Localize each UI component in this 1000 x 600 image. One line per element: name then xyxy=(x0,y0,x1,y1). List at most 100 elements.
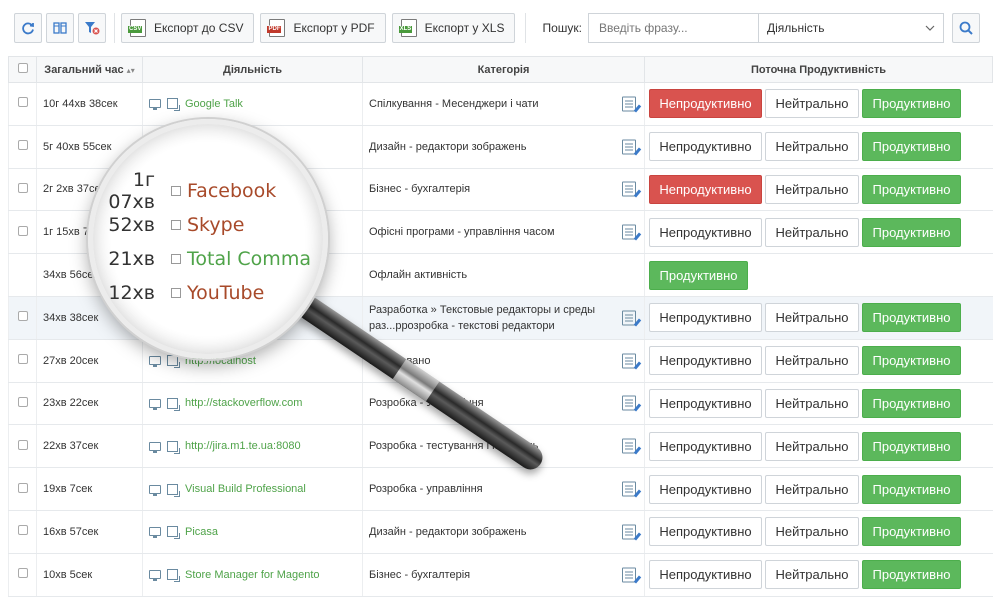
external-link-icon[interactable] xyxy=(167,440,180,454)
row-checkbox[interactable] xyxy=(17,568,28,579)
toolbar-divider xyxy=(114,13,115,43)
external-link-icon[interactable] xyxy=(167,569,180,583)
row-activity[interactable]: Google Talk xyxy=(185,98,243,110)
row-checkbox[interactable] xyxy=(17,482,28,493)
refresh-icon xyxy=(22,22,34,35)
header-activity[interactable]: Діяльність xyxy=(142,56,363,83)
row-checkbox[interactable] xyxy=(17,354,28,365)
export-xls-button[interactable]: XLS Експорт у XLS xyxy=(391,13,516,43)
table-row: 10г 44хв 38сек Google Talk Спілкування -… xyxy=(8,82,993,126)
row-checkbox[interactable] xyxy=(17,525,28,536)
neutral-button[interactable]: Нейтрально xyxy=(765,388,859,418)
unproductive-button[interactable]: Непродуктивно xyxy=(649,474,762,504)
search-scope-select[interactable]: Діяльність xyxy=(757,13,944,43)
external-link-icon xyxy=(171,220,181,230)
search-button[interactable] xyxy=(951,13,980,43)
neutral-button[interactable]: Нейтрально xyxy=(765,346,859,376)
unproductive-button[interactable]: Непродуктивно xyxy=(649,174,762,204)
neutral-button[interactable]: Нейтрально xyxy=(765,132,859,162)
external-link-icon[interactable] xyxy=(167,397,180,411)
productive-button[interactable]: Продуктивно xyxy=(862,303,961,333)
row-category: Офлайн активність xyxy=(369,269,468,282)
search-icon xyxy=(959,21,973,35)
row-activity[interactable]: http://jira.m1.te.ua:8080 xyxy=(185,440,301,452)
edit-category-icon[interactable] xyxy=(622,310,636,326)
external-link-icon[interactable] xyxy=(167,526,180,540)
magnified-activity: Skype xyxy=(187,214,245,236)
productive-button[interactable]: Продуктивно xyxy=(862,217,961,247)
neutral-button[interactable]: Нейтрально xyxy=(765,303,859,333)
row-category: Бізнес - бухгалтерія xyxy=(369,183,471,196)
productive-button[interactable]: Продуктивно xyxy=(862,132,961,162)
row-checkbox[interactable] xyxy=(17,182,28,193)
neutral-button[interactable]: Нейтрально xyxy=(765,517,859,547)
productive-button[interactable]: Продуктивно xyxy=(862,346,961,376)
neutral-button[interactable]: Нейтрально xyxy=(765,560,859,590)
productive-button[interactable]: Продуктивно xyxy=(862,388,961,418)
magnified-row: 52хв Skype xyxy=(93,208,323,242)
productive-button[interactable]: Продуктивно xyxy=(862,517,961,547)
unproductive-button[interactable]: Непродуктивно xyxy=(649,303,762,333)
columns-button[interactable] xyxy=(46,13,74,43)
row-checkbox[interactable] xyxy=(17,225,28,236)
neutral-button[interactable]: Нейтрально xyxy=(765,217,859,247)
row-checkbox[interactable] xyxy=(17,439,28,450)
unproductive-button[interactable]: Непродуктивно xyxy=(649,89,762,119)
neutral-button[interactable]: Нейтрально xyxy=(765,174,859,204)
row-checkbox[interactable] xyxy=(17,396,28,407)
edit-category-icon[interactable] xyxy=(622,96,636,112)
edit-category-icon[interactable] xyxy=(622,353,636,369)
edit-category-icon[interactable] xyxy=(622,481,636,497)
productive-button[interactable]: Продуктивно xyxy=(862,89,961,119)
unproductive-button[interactable]: Непродуктивно xyxy=(649,217,762,247)
clear-filter-button[interactable] xyxy=(78,13,106,43)
neutral-button[interactable]: Нейтрально xyxy=(765,431,859,461)
row-activity[interactable]: Visual Build Professional xyxy=(185,483,306,495)
productive-button[interactable]: Продуктивно xyxy=(862,474,961,504)
edit-category-icon[interactable] xyxy=(622,181,636,197)
edit-category-icon[interactable] xyxy=(622,524,636,540)
row-activity[interactable]: http://stackoverflow.com xyxy=(185,397,302,409)
external-link-icon[interactable] xyxy=(167,98,180,112)
unproductive-button[interactable]: Непродуктивно xyxy=(649,346,762,376)
search-label: Пошук: xyxy=(542,21,582,35)
monitor-icon xyxy=(149,99,161,111)
select-all-checkbox[interactable] xyxy=(17,63,28,73)
external-link-icon[interactable] xyxy=(167,355,180,369)
edit-category-icon[interactable] xyxy=(622,395,636,411)
unproductive-button[interactable]: Непродуктивно xyxy=(649,132,762,162)
productive-button[interactable]: Продуктивно xyxy=(862,431,961,461)
edit-category-icon[interactable] xyxy=(622,139,636,155)
edit-category-icon[interactable] xyxy=(622,224,636,240)
monitor-icon xyxy=(149,356,161,368)
neutral-button[interactable]: Нейтрально xyxy=(765,89,859,119)
refresh-button[interactable] xyxy=(14,13,42,43)
productive-button[interactable]: Продуктивно xyxy=(862,560,961,590)
header-category[interactable]: Категорія xyxy=(362,56,645,83)
unproductive-button[interactable]: Непродуктивно xyxy=(649,431,762,461)
edit-category-icon[interactable] xyxy=(622,438,636,454)
row-activity[interactable]: Store Manager for Magento xyxy=(185,569,320,581)
export-csv-button[interactable]: CSV Експорт до CSV xyxy=(121,13,255,43)
productive-button[interactable]: Продуктивно xyxy=(862,174,961,204)
unproductive-button[interactable]: Непродуктивно xyxy=(649,388,762,418)
unproductive-button[interactable]: Непродуктивно xyxy=(649,560,762,590)
unproductive-button[interactable]: Непродуктивно xyxy=(649,517,762,547)
export-pdf-button[interactable]: PDF Експорт у PDF xyxy=(260,13,386,43)
monitor-icon xyxy=(149,398,161,410)
header-time[interactable]: Загальний час ▴▾ xyxy=(36,56,143,83)
edit-category-icon[interactable] xyxy=(622,567,636,583)
sort-icon: ▴▾ xyxy=(126,65,135,75)
productive-button[interactable]: Продуктивно xyxy=(649,260,748,290)
external-link-icon[interactable] xyxy=(167,483,180,497)
header-productivity[interactable]: Поточна Продуктивність xyxy=(644,56,993,83)
neutral-button[interactable]: Нейтрально xyxy=(765,474,859,504)
search-input[interactable] xyxy=(587,13,758,43)
search-scope-value: Діяльність xyxy=(766,21,825,35)
row-checkbox[interactable] xyxy=(17,97,28,108)
external-link-icon xyxy=(171,254,181,264)
row-checkbox[interactable] xyxy=(17,311,28,322)
row-checkbox[interactable] xyxy=(17,140,28,151)
columns-icon xyxy=(53,22,67,34)
row-activity[interactable]: Picasa xyxy=(185,526,218,538)
